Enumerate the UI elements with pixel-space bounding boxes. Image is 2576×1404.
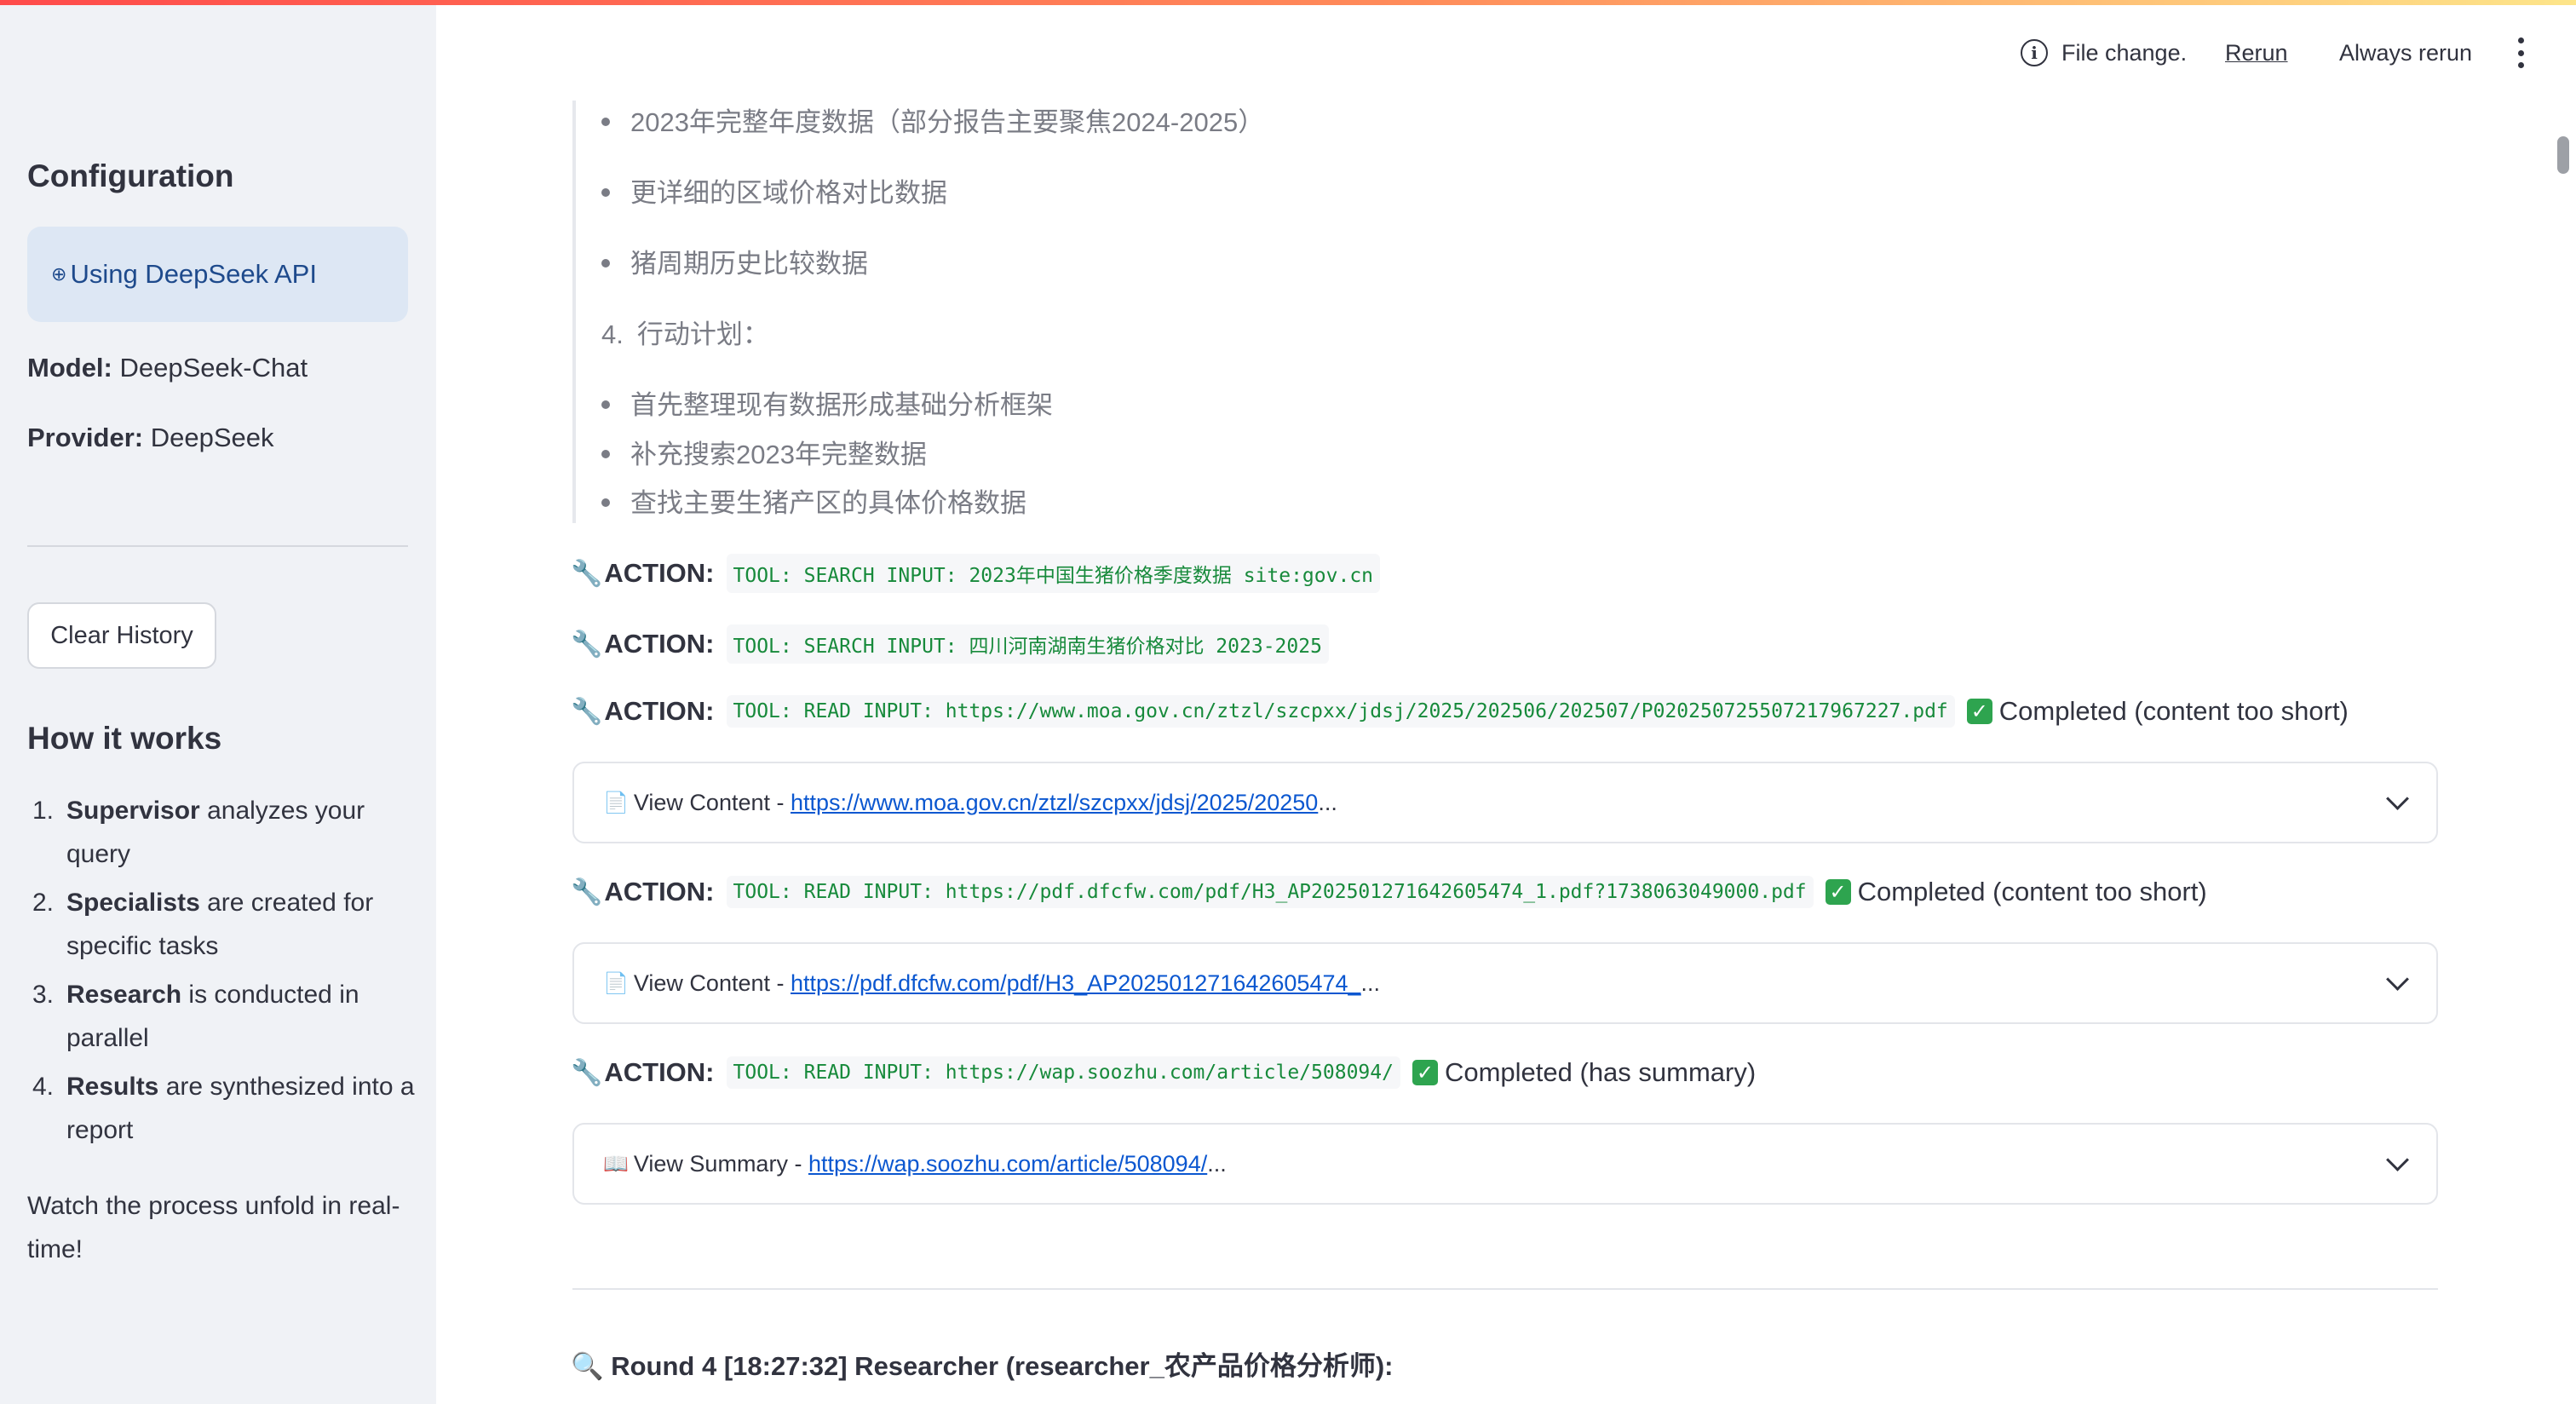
view-content-expander[interactable]: 📄 View Content - https://www.moa.gov.cn/z… xyxy=(572,762,2438,843)
api-notice: ⊕ Using DeepSeek API xyxy=(27,227,408,322)
action-line: 🔧 ACTION: TOOL: READ INPUT: https://www.mo… xyxy=(571,695,2349,728)
list-item: 补充搜索2023年完整数据 xyxy=(601,433,927,471)
provider-line: Provider: DeepSeek xyxy=(27,423,274,453)
action-line: 🔧 ACTION: TOOL: SEARCH INPUT: 2023年中国生猪价格季… xyxy=(571,554,1387,593)
wrench-icon: 🔧 xyxy=(571,630,603,659)
action-line: 🔧 ACTION: TOOL: READ INPUT: https://wap.so… xyxy=(571,1056,1757,1089)
action-code: TOOL: SEARCH INPUT: 2023年中国生猪价格季度数据 site… xyxy=(726,554,1381,593)
sidebar-divider xyxy=(27,545,408,547)
list-item: 2023年完整年度数据（部分报告主要聚焦2024-2025） xyxy=(601,101,1264,139)
step-item: 3. Research is conducted in parallel xyxy=(32,981,359,1052)
api-notice-text: Using DeepSeek API xyxy=(70,259,317,289)
action-code: TOOL: READ INPUT: https://pdf.dfcfw.com/… xyxy=(726,876,1814,908)
model-label: Model: xyxy=(27,353,112,383)
round-heading: 🔍 Round 4 [18:27:32] Researcher (researc… xyxy=(571,1351,1394,1381)
step-item: 1. Supervisor analyzes your query xyxy=(32,797,365,868)
globe-icon: ⊕ xyxy=(51,263,67,285)
action-code: TOOL: READ INPUT: https://www.moa.gov.cn… xyxy=(726,695,1955,728)
info-icon: i xyxy=(2021,39,2048,66)
book-icon: 📖 xyxy=(603,1152,629,1176)
step-item: 4. Results are synthesized into a report xyxy=(32,1073,415,1144)
chevron-down-icon[interactable] xyxy=(2386,1148,2409,1171)
rerun-button[interactable]: Rerun xyxy=(2225,32,2288,73)
always-rerun-button[interactable]: Always rerun xyxy=(2339,32,2472,73)
list-item: 查找主要生猪产区的具体价格数据 xyxy=(601,481,1026,520)
wrench-icon: 🔧 xyxy=(571,559,603,588)
scrollbar-thumb[interactable] xyxy=(2557,136,2569,174)
list-item: 首先整理现有数据形成基础分析框架 xyxy=(601,383,1053,422)
section-divider xyxy=(572,1288,2438,1290)
chevron-down-icon[interactable] xyxy=(2386,968,2409,991)
model-line: Model: DeepSeek-Chat xyxy=(27,353,308,383)
document-icon: 📄 xyxy=(603,791,629,814)
summary-link[interactable]: https://wap.soozhu.com/article/508094/ xyxy=(808,1151,1207,1177)
clear-history-button[interactable]: Clear History xyxy=(27,602,216,669)
section-heading: 4. 行动计划： xyxy=(601,319,769,349)
action-line: 🔧 ACTION: TOOL: READ INPUT: https://pdf.df… xyxy=(571,876,2207,908)
check-icon: ✓ xyxy=(1966,699,1992,724)
action-code: TOOL: SEARCH INPUT: 四川河南湖南生猪价格对比 2023-20… xyxy=(726,624,1329,664)
step-item: 2. Specialists are created for specific t… xyxy=(32,889,374,960)
wrench-icon: 🔧 xyxy=(571,697,603,726)
content-link[interactable]: https://www.moa.gov.cn/ztzl/szcpxx/jdsj/… xyxy=(791,790,1318,816)
content-link[interactable]: https://pdf.dfcfw.com/pdf/H3_AP202501271… xyxy=(791,970,1361,997)
model-value: DeepSeek-Chat xyxy=(119,353,308,383)
action-status: Completed (content too short) xyxy=(1857,877,2207,906)
file-change-text: File change. xyxy=(2061,39,2188,66)
view-content-expander[interactable]: 📄 View Content - https://pdf.dfcfw.com/pd… xyxy=(572,942,2438,1024)
provider-value: DeepSeek xyxy=(150,423,274,452)
action-line: 🔧 ACTION: TOOL: SEARCH INPUT: 四川河南湖南生猪价格对比… xyxy=(571,624,1336,664)
list-item: 更详细的区域价格对比数据 xyxy=(601,171,947,210)
how-it-works-heading: How it works xyxy=(27,721,222,756)
how-it-works-list: 1. Supervisor analyzes your query 2. Speci… xyxy=(27,789,415,1157)
wrench-icon: 🔧 xyxy=(571,878,603,906)
wrench-icon: 🔧 xyxy=(571,1058,603,1087)
check-icon: ✓ xyxy=(1825,879,1851,905)
action-status: Completed (has summary) xyxy=(1444,1057,1757,1087)
provider-label: Provider: xyxy=(27,423,144,452)
magnifier-icon: 🔍 xyxy=(571,1351,604,1381)
view-summary-expander[interactable]: 📖 View Summary - https://wap.soozhu.com/a… xyxy=(572,1123,2438,1205)
blockquote-bar xyxy=(572,101,576,523)
chevron-down-icon[interactable] xyxy=(2386,787,2409,810)
document-icon: 📄 xyxy=(603,971,629,995)
configuration-heading: Configuration xyxy=(27,158,234,193)
action-status: Completed (content too short) xyxy=(1998,696,2349,726)
more-menu-icon[interactable] xyxy=(2516,37,2525,68)
file-change-status: i File change. xyxy=(2021,32,2187,73)
sidebar: Configuration ⊕ Using DeepSeek API Model… xyxy=(0,5,436,1404)
list-item: 猪周期历史比较数据 xyxy=(601,242,868,280)
check-icon: ✓ xyxy=(1412,1060,1438,1085)
sidebar-footer-text: Watch the process unfold in real-time! xyxy=(27,1192,400,1263)
action-code: TOOL: READ INPUT: https://wap.soozhu.com… xyxy=(726,1056,1400,1089)
